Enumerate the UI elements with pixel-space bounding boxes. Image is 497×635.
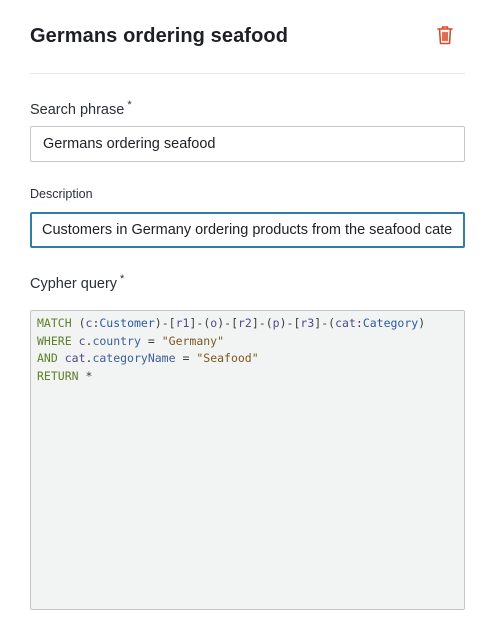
code-line: WHERE c.country = "Germany" [37,333,225,348]
trash-icon [437,26,453,45]
description-label: Description [30,187,93,201]
code-line: RETURN * [37,368,93,383]
search-phrase-input[interactable] [30,126,465,162]
form-header: Germans ordering seafood [30,24,465,48]
page-title: Germans ordering seafood [30,25,289,47]
cypher-query-label: Cypher query * [30,273,125,292]
search-phrase-label: Search phrase * [30,99,132,118]
header-divider [30,73,465,74]
code-line: AND cat.categoryName = "Seafood" [37,351,259,365]
delete-button[interactable] [437,25,457,47]
description-input[interactable] [30,212,465,248]
required-mark: * [127,99,132,111]
required-mark: * [120,273,125,285]
code-line: MATCH (c:Customer)-[r1]-(o)-[r2]-(p)-[r3… [37,316,426,330]
cypher-query-editor[interactable]: MATCH (c:Customer)-[r1]-(o)-[r2]-(p)-[r3… [30,310,465,610]
